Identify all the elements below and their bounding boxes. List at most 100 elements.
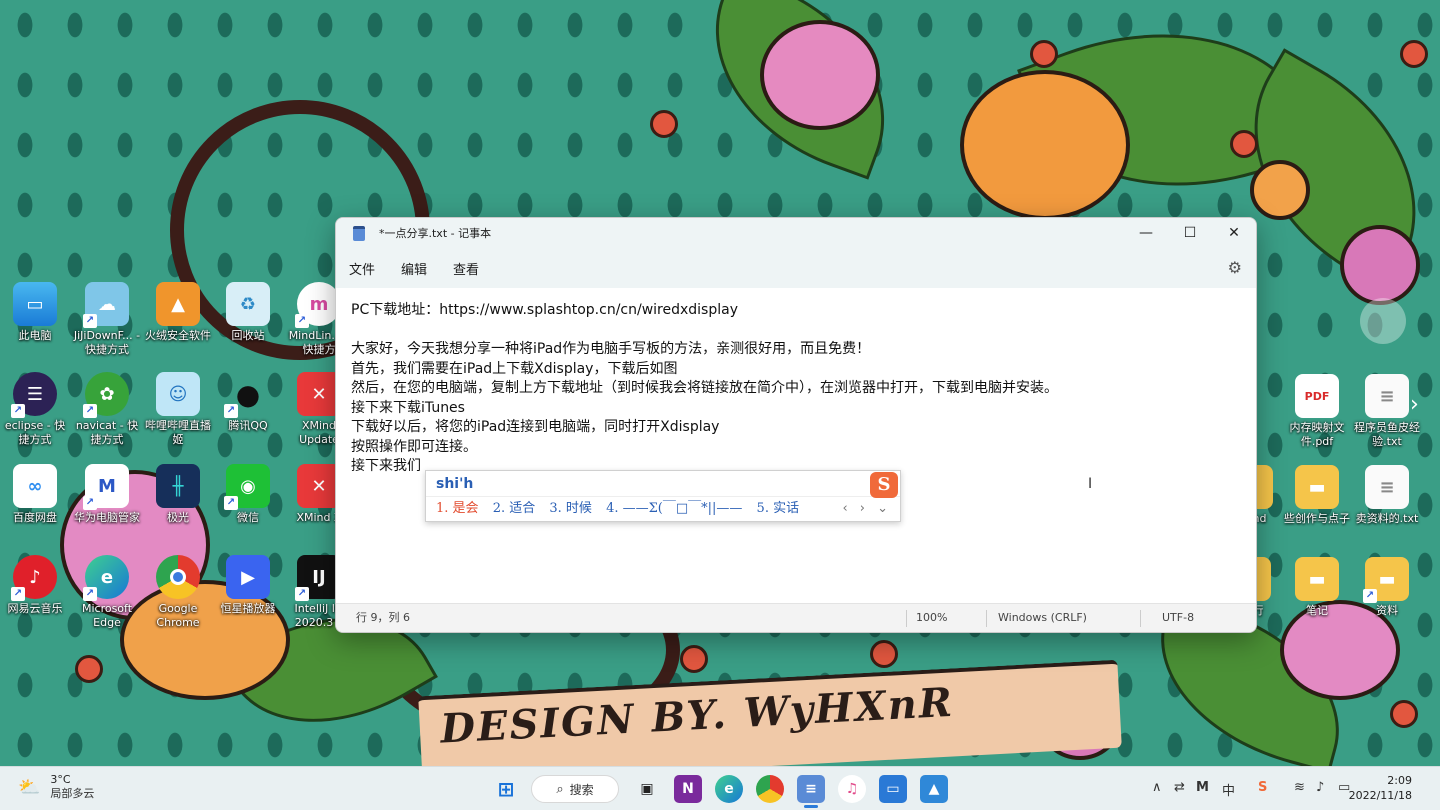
- photos-icon[interactable]: ▲: [920, 775, 948, 803]
- windows-start-icon[interactable]: ⊞: [492, 775, 520, 803]
- wallpaper-berry: [75, 655, 103, 683]
- wallpaper-flower: [1340, 225, 1420, 305]
- desktop-icon-materials-folder[interactable]: ▬ ↗ 资料: [1352, 557, 1422, 618]
- floating-assistive-button[interactable]: [1360, 298, 1406, 344]
- editor-line: PC下载地址：https://www.splashtop.cn/cn/wired…: [351, 302, 738, 318]
- desktop-icon-edge[interactable]: e ↗ Microsoft Edge: [72, 555, 142, 630]
- desktop-icon-ideas-folder[interactable]: ▬ 些创作与点子: [1282, 465, 1352, 526]
- notepad-window[interactable]: *一点分享.txt - 记事本 — ☐ ✕ 文件 编辑 查看 ⚙ PC下载地址：…: [335, 217, 1257, 633]
- desktop-icon-navicat[interactable]: ✿ ↗ navicat - 快捷方式: [72, 372, 142, 447]
- i-beam-cursor-icon: I: [1088, 476, 1093, 492]
- desktop-icon-baidu-netdisk[interactable]: ∞ 百度网盘: [0, 464, 70, 525]
- desktop-icon-this-pc[interactable]: ▭ 此电脑: [0, 282, 70, 343]
- ime-page-nav[interactable]: ‹ › ⌄: [842, 497, 892, 521]
- chevron-right-icon[interactable]: ›: [1410, 392, 1419, 417]
- folder-icon: ▬ ↗: [1363, 557, 1409, 603]
- monitor-icon: ▭: [13, 282, 57, 326]
- editor-line: 大家好，今天我想分享一种将iPad作为电脑手写板的方法，亲测很好用，而且免费！: [351, 341, 871, 357]
- shortcut-arrow-icon: ↗: [83, 314, 97, 328]
- baidu-netdisk-icon: ∞: [13, 464, 57, 508]
- ime-candidate[interactable]: 4. ——Σ(￣□￣*||——: [606, 497, 742, 521]
- status-divider: [1140, 610, 1141, 627]
- desktop-icon-wechat[interactable]: ◉ ↗ 微信: [213, 464, 283, 525]
- encoding: UTF-8: [1162, 611, 1195, 624]
- menu-file[interactable]: 文件: [336, 259, 388, 278]
- taskbar-search[interactable]: ⌕ 搜索: [531, 775, 619, 803]
- desktop-icon-label: 回收站: [231, 329, 265, 342]
- desktop-icon-jijidown[interactable]: ☁ ↗ JiJiDownF... - 快捷方式: [72, 282, 142, 357]
- status-bar: 行 9，列 6 100% Windows (CRLF) UTF-8: [336, 603, 1256, 632]
- desktop-icon-jiguang[interactable]: ╫ 极光: [143, 464, 213, 525]
- flame-shield-icon: ▲: [156, 282, 200, 326]
- ime-candidate[interactable]: 1. 是会: [436, 497, 479, 521]
- huawei-manager-tray-icon[interactable]: M: [1196, 780, 1209, 795]
- volume-icon[interactable]: ♪: [1316, 780, 1324, 795]
- clock-date: 2022/11/18: [1348, 789, 1412, 802]
- text-editor[interactable]: PC下载地址：https://www.splashtop.cn/cn/wired…: [336, 288, 1256, 604]
- ime-composition: shi'h: [426, 471, 900, 497]
- weather-widget[interactable]: ⛅ 3°C 局部多云: [18, 773, 94, 801]
- desktop-icon-label: 华为电脑管家: [74, 511, 140, 524]
- gear-icon[interactable]: ⚙: [1228, 258, 1242, 277]
- desktop-icon-label: 微信: [237, 511, 259, 524]
- shortcut-arrow-icon: ↗: [224, 404, 238, 418]
- xdisplay-icon[interactable]: ▭: [879, 775, 907, 803]
- wechat-icon: ◉ ↗: [224, 464, 270, 510]
- jiguang-app-icon: ╫: [156, 464, 200, 508]
- shortcut-arrow-icon: ↗: [83, 404, 97, 418]
- chevron-up-icon[interactable]: ∧: [1152, 780, 1162, 795]
- desktop-icon-hengxing-player[interactable]: ▶ 恒星播放器: [213, 555, 283, 616]
- notepad-taskbar-icon[interactable]: ≡: [797, 775, 825, 803]
- folder-icon: ▬: [1295, 465, 1339, 509]
- sogou-ime-logo-icon[interactable]: S: [870, 472, 898, 498]
- task-view-icon[interactable]: ▣: [633, 775, 661, 803]
- edge-browser-icon[interactable]: e: [715, 775, 743, 803]
- desktop-icon-recycle-bin[interactable]: ♻ 回收站: [213, 282, 283, 343]
- desktop-icon-bilibili-live[interactable]: ☺ 哔哩哔哩直播姬: [143, 372, 213, 447]
- wallpaper-berry: [1030, 40, 1058, 68]
- menu-bar: 文件 编辑 查看 ⚙: [336, 248, 1256, 288]
- menu-edit[interactable]: 编辑: [388, 259, 440, 278]
- desktop-icon-label: 网易云音乐: [7, 602, 63, 615]
- desktop-icon-qq[interactable]: ● ↗ 腾讯QQ: [213, 372, 283, 433]
- ime-candidate[interactable]: 3. 时候: [549, 497, 592, 521]
- ime-candidate[interactable]: 2. 适合: [493, 497, 536, 521]
- ime-mode-icon[interactable]: 中: [1222, 780, 1235, 799]
- network-adapter-icon[interactable]: ⇄: [1174, 780, 1185, 795]
- desktop-icon-huawei-manager[interactable]: M ↗ 华为电脑管家: [72, 464, 142, 525]
- editor-line: 然后，在您的电脑端，复制上方下载地址（到时候我会将链接放在简介中），在浏览器中打…: [351, 380, 1058, 396]
- ime-candidate[interactable]: 5. 实话: [757, 497, 800, 521]
- close-button[interactable]: ✕: [1212, 218, 1256, 248]
- desktop-icon-eclipse[interactable]: ☰ ↗ eclipse - 快捷方式: [0, 372, 70, 447]
- editor-line: 按照操作即可连接。: [351, 438, 477, 455]
- desktop-icon-label: 卖资料的.txt: [1355, 512, 1419, 525]
- eclipse-app-icon: ☰ ↗: [11, 372, 57, 418]
- desktop-icon-label: 笔记: [1306, 604, 1328, 617]
- search-label: 搜索: [569, 782, 594, 797]
- sogou-tray-icon[interactable]: S: [1258, 780, 1267, 795]
- line-ending: Windows (CRLF): [998, 611, 1087, 624]
- minimize-button[interactable]: —: [1124, 218, 1168, 248]
- wallpaper-flower: [760, 20, 880, 130]
- desktop-icon-chrome[interactable]: Google Chrome: [143, 555, 213, 630]
- desktop-icon-label: 哔哩哔哩直播姬: [145, 419, 211, 446]
- taskbar-clock[interactable]: 2:09 2022/11/18: [1349, 773, 1412, 803]
- desktop-icon-label: 极光: [167, 511, 189, 524]
- desktop-icon-label: Google Chrome: [156, 602, 200, 629]
- desktop-icon-txt-file-2[interactable]: ≡ 卖资料的.txt: [1352, 465, 1422, 526]
- desktop-icon-pdf-file[interactable]: PDF 内存映射文件.pdf: [1282, 374, 1352, 449]
- chrome-browser-icon[interactable]: [756, 775, 784, 803]
- title-bar[interactable]: *一点分享.txt - 记事本 — ☐ ✕: [336, 218, 1256, 248]
- ime-candidate-window[interactable]: shi'h S 1. 是会 2. 适合 3. 时候 4. ——Σ(￣□￣*||—…: [425, 470, 901, 522]
- text-file-icon: ≡: [1365, 465, 1409, 509]
- maximize-button[interactable]: ☐: [1168, 218, 1212, 248]
- itunes-icon[interactable]: ♫: [838, 775, 866, 803]
- huawei-manager-icon: M ↗: [83, 464, 129, 510]
- wallpaper-berry: [870, 640, 898, 668]
- onenote-icon[interactable]: N: [674, 775, 702, 803]
- desktop-icon-huorong[interactable]: ▲ 火绒安全软件: [143, 282, 213, 343]
- desktop-icon-notes-folder[interactable]: ▬ 笔记: [1282, 557, 1352, 618]
- desktop-icon-netease-music[interactable]: ♪ ↗ 网易云音乐: [0, 555, 70, 616]
- menu-view[interactable]: 查看: [440, 259, 492, 278]
- wifi-icon[interactable]: ≋: [1294, 780, 1305, 795]
